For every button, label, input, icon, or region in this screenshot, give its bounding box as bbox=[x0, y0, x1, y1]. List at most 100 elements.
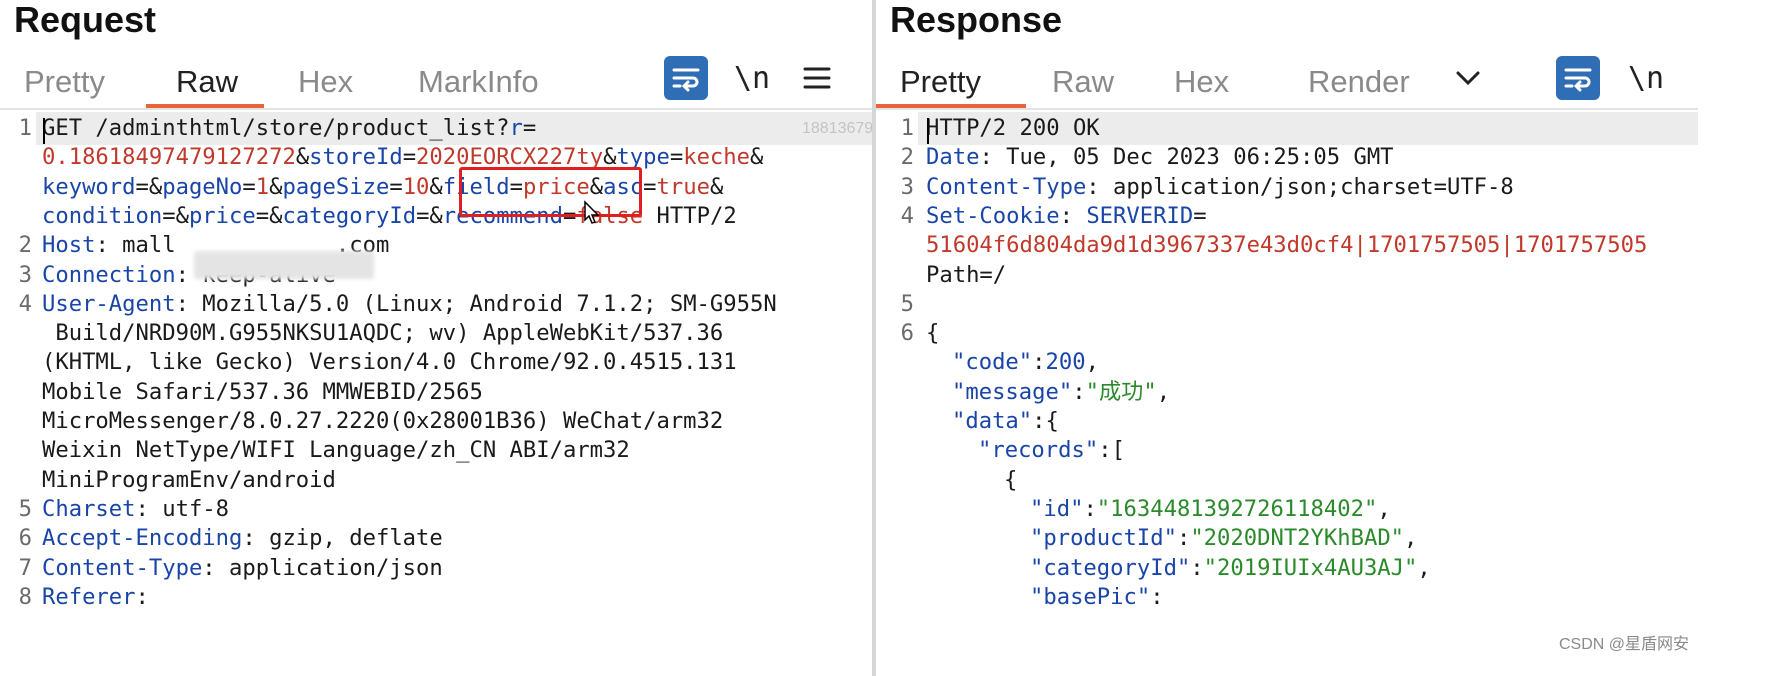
response-editor[interactable]: 1 HTTP/2 200 OK 2 Date: Tue, 05 Dec 2023 06… bbox=[876, 112, 1698, 676]
response-tab-hex[interactable]: Hex bbox=[1174, 62, 1229, 102]
code-line: 4 User-Agent: Mozilla/5.0 (Linux; Android… bbox=[0, 288, 872, 321]
code-line: 3 Content-Type: application/json;charset=… bbox=[876, 171, 1698, 204]
code-line: "records":[ bbox=[876, 434, 1698, 467]
code-token: pageNo bbox=[162, 173, 243, 200]
code-token: HTTP/2 200 OK bbox=[926, 115, 1100, 141]
code-line: "data":{ bbox=[876, 405, 1698, 438]
code-token: : bbox=[1083, 495, 1097, 522]
line-number: 8 bbox=[18, 583, 32, 610]
line-number: 6 bbox=[18, 525, 32, 552]
line-number: 7 bbox=[18, 554, 32, 581]
code-token: User-Agent bbox=[42, 290, 176, 317]
code-token: Set-Cookie bbox=[926, 202, 1060, 229]
code-token: categoryId bbox=[282, 202, 417, 229]
code-token: & bbox=[269, 173, 283, 200]
redacted-host bbox=[194, 251, 374, 279]
code-token: price bbox=[188, 202, 256, 229]
response-active-tab-underline bbox=[876, 104, 1026, 108]
code-line: 2 Date: Tue, 05 Dec 2023 06:25:05 GMT bbox=[876, 141, 1698, 174]
code-line: "basePic": bbox=[876, 581, 1698, 614]
code-token: : bbox=[1176, 525, 1191, 552]
code-line: 4 Set-Cookie: SERVERID= bbox=[876, 200, 1698, 233]
code-token: = bbox=[242, 173, 256, 200]
line-text: "records":[ bbox=[978, 434, 1125, 467]
request-tab-hex[interactable]: Hex bbox=[298, 62, 353, 102]
response-tab-pretty[interactable]: Pretty bbox=[900, 62, 981, 102]
code-token: Content-Type bbox=[926, 173, 1087, 200]
code-token: "message" bbox=[952, 378, 1073, 405]
line-text: MiniProgramEnv/android bbox=[42, 464, 336, 497]
line-text: Content-Type: application/json;charset=U… bbox=[926, 171, 1514, 204]
request-tab-raw[interactable]: Raw bbox=[176, 62, 238, 102]
code-token: , bbox=[1085, 349, 1099, 376]
code-token: 51604f6d804da9d1d3967337e43d0cf4|1701757… bbox=[926, 232, 1648, 259]
line-number: 3 bbox=[900, 173, 914, 200]
code-token: "2019IUIx4AU3AJ" bbox=[1203, 554, 1418, 581]
code-token: keche bbox=[683, 144, 751, 171]
newline-toggle-icon[interactable]: \n bbox=[730, 56, 774, 100]
code-token: Connection bbox=[42, 261, 176, 288]
wrap-lines-icon[interactable] bbox=[1556, 56, 1600, 100]
code-token: =& bbox=[416, 202, 443, 229]
line-text: MicroMessenger/8.0.27.2220(0x28001B36) W… bbox=[42, 405, 723, 438]
code-line: condition=&price=&categoryId=&recommend=… bbox=[0, 200, 872, 233]
code-token: Content-Type bbox=[42, 554, 203, 581]
code-token: { bbox=[1004, 466, 1018, 493]
code-token: "categoryId" bbox=[1030, 554, 1191, 581]
code-line: MicroMessenger/8.0.27.2220(0x28001B36) W… bbox=[0, 405, 872, 438]
code-line: 0.18618497479127272&storeId=2020EORCX227… bbox=[0, 141, 872, 174]
line-text: "productId":"2020DNT2YKhBAD", bbox=[1030, 522, 1417, 555]
code-token: =& bbox=[135, 173, 163, 200]
code-token: true bbox=[656, 173, 710, 200]
line-text: "data":{ bbox=[952, 405, 1059, 438]
code-token: { bbox=[926, 320, 940, 347]
newline-toggle-icon[interactable]: \n bbox=[1624, 56, 1668, 100]
line-number: 2 bbox=[900, 144, 914, 171]
code-token: = bbox=[522, 115, 537, 141]
code-token: = bbox=[1193, 202, 1207, 229]
code-token: MicroMessenger/8.0.27.2220(0x28001B36) W… bbox=[42, 408, 724, 434]
line-text: Set-Cookie: SERVERID= bbox=[926, 200, 1207, 233]
response-tab-render[interactable]: Render bbox=[1308, 62, 1410, 102]
code-line: 2 Host: mall .com bbox=[0, 229, 872, 262]
code-token: condition bbox=[42, 202, 163, 229]
line-text: { bbox=[1004, 464, 1017, 497]
line-number: 4 bbox=[900, 202, 914, 229]
line-text: (KHTML, like Gecko) Version/4.0 Chrome/9… bbox=[42, 346, 737, 379]
code-line: 7 Content-Type: application/json bbox=[0, 552, 872, 585]
response-tab-raw[interactable]: Raw bbox=[1052, 62, 1114, 102]
code-token: , bbox=[1377, 495, 1391, 522]
code-token: HTTP/2 bbox=[643, 202, 737, 229]
line-number: 5 bbox=[900, 290, 914, 317]
text-cursor bbox=[927, 118, 929, 144]
code-token: "data" bbox=[952, 408, 1033, 434]
code-token: :[ bbox=[1098, 437, 1125, 464]
chevron-down-icon[interactable] bbox=[1446, 56, 1490, 100]
request-tab-markinfo[interactable]: MarkInfo bbox=[418, 62, 539, 102]
request-editor[interactable]: 1 GET /adminthtml/store/product_list?r= 0.… bbox=[0, 112, 872, 676]
inline-watermark: 1881367990 bbox=[802, 120, 872, 137]
line-text: Weixin NetType/WIFI Language/zh_CN ABI/a… bbox=[42, 434, 630, 467]
code-line: "code":200, bbox=[876, 346, 1698, 379]
code-token: & bbox=[709, 173, 724, 200]
response-pane: Response Pretty Raw Hex Render \n 1 HTTP/… bbox=[876, 0, 1698, 676]
line-number: 4 bbox=[18, 290, 32, 317]
wrap-lines-icon[interactable] bbox=[664, 56, 708, 100]
code-token: storeId bbox=[309, 144, 403, 171]
code-token: : application/json;charset=UTF-8 bbox=[1086, 173, 1514, 200]
code-token: , bbox=[1404, 525, 1418, 552]
code-token: "成功" bbox=[1085, 378, 1157, 405]
code-token: 200 bbox=[1045, 349, 1086, 376]
hamburger-menu-icon[interactable] bbox=[795, 56, 839, 100]
request-tab-pretty[interactable]: Pretty bbox=[24, 62, 105, 102]
code-token: GET /adminthtml/store/product_list? bbox=[42, 115, 510, 141]
response-tab-bar: Pretty Raw Hex Render \n bbox=[876, 52, 1698, 110]
code-token: =& bbox=[255, 202, 283, 229]
code-token: Path=/ bbox=[926, 261, 1007, 288]
code-token: : bbox=[1059, 202, 1087, 229]
line-text: Mobile Safari/537.36 MMWEBID/2565 bbox=[42, 376, 483, 409]
code-token: pageSize bbox=[282, 173, 390, 200]
csdn-watermark: CSDN @星盾网安 bbox=[1558, 636, 1689, 653]
code-line: "id":"1634481392726118402", bbox=[876, 493, 1698, 526]
code-token: Build/NRD90M.G955NKSU1AQDC; wv) AppleWeb… bbox=[42, 320, 724, 347]
